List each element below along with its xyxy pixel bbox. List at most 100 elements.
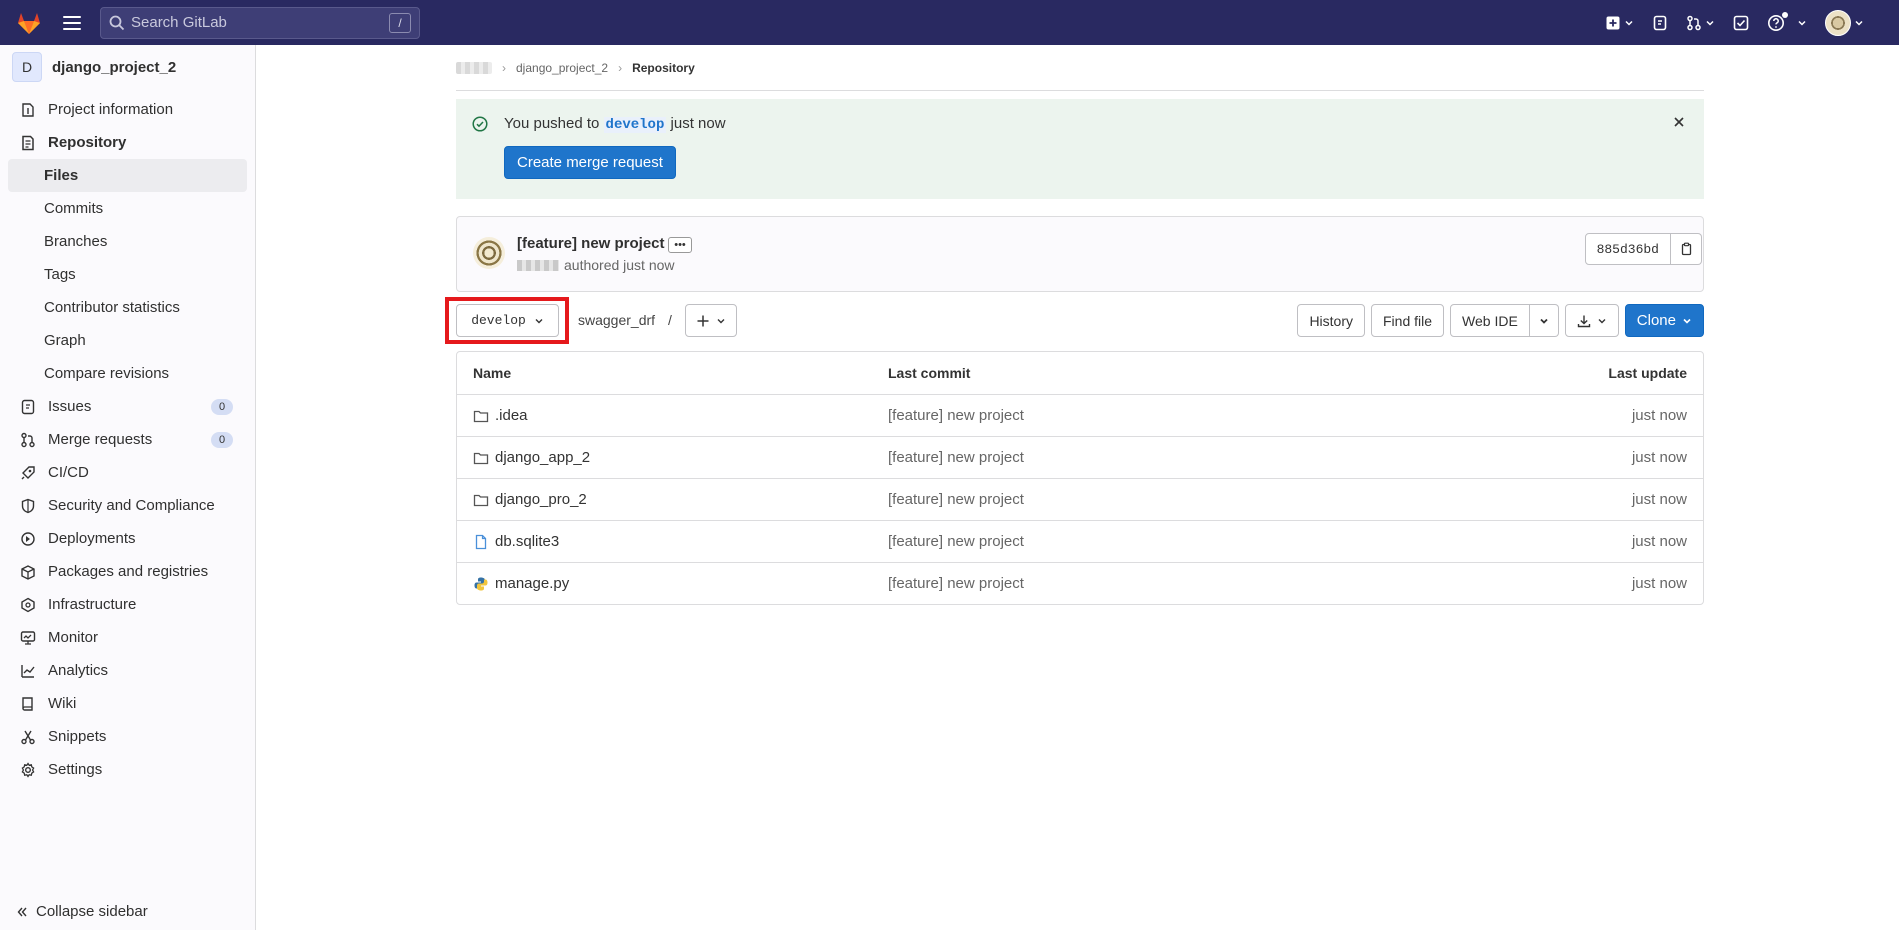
sidebar-item-label: Wiki	[48, 695, 77, 712]
new-dropdown[interactable]	[1605, 15, 1634, 31]
sidebar-item-packages-and-registries[interactable]: Packages and registries	[0, 555, 255, 588]
file-name-cell: django_pro_2	[457, 491, 888, 508]
download-dropdown[interactable]	[1564, 304, 1619, 337]
column-header-last-update: Last update	[1608, 365, 1687, 381]
python-file-icon	[474, 577, 488, 590]
sidebar-item-settings[interactable]: Settings	[0, 753, 255, 786]
file-last-commit[interactable]: [feature] new project	[888, 491, 1503, 508]
branch-selector-dropdown[interactable]: develop	[456, 304, 559, 337]
ellipsis-button[interactable]: •••	[668, 237, 692, 253]
commit-author-line: authored just now	[517, 257, 675, 273]
file-last-commit[interactable]: [feature] new project	[888, 575, 1503, 592]
author-name-redacted[interactable]	[517, 259, 559, 271]
breadcrumb-project-link[interactable]: django_project_2	[516, 61, 608, 75]
file-name-cell: django_app_2	[457, 449, 888, 466]
sidebar-item-wiki[interactable]: Wiki	[0, 687, 255, 720]
sidebar-item-label: Settings	[48, 761, 103, 778]
sidebar-item-snippets[interactable]: Snippets	[0, 720, 255, 753]
history-button[interactable]: History	[1297, 304, 1365, 337]
file-last-commit[interactable]: [feature] new project	[888, 407, 1503, 424]
table-row[interactable]: .idea [feature] new project just now	[457, 394, 1703, 436]
gitlab-logo-icon[interactable]	[15, 9, 43, 37]
sidebar-item-repository[interactable]: Repository	[0, 126, 255, 159]
search-placeholder: Search GitLab	[131, 14, 227, 31]
sidebar-item-files[interactable]: Files	[8, 159, 247, 192]
sidebar-item-branches[interactable]: Branches	[0, 225, 255, 258]
alert-suffix: just now	[666, 115, 726, 132]
commit-title[interactable]: [feature] new project	[517, 235, 665, 252]
file-name[interactable]: db.sqlite3	[495, 533, 559, 550]
breadcrumb-current[interactable]: Repository	[632, 61, 695, 75]
copy-sha-button[interactable]	[1671, 233, 1702, 265]
create-merge-request-button[interactable]: Create merge request	[504, 146, 676, 179]
sidebar-item-label: Commits	[44, 200, 104, 217]
sidebar-item-label: Merge requests	[48, 431, 153, 448]
sidebar-item-infrastructure[interactable]: Infrastructure	[0, 588, 255, 621]
web-ide-button[interactable]: Web IDE	[1450, 304, 1530, 337]
table-row[interactable]: django_app_2 [feature] new project just …	[457, 436, 1703, 478]
path-separator: /	[668, 312, 672, 328]
sidebar-item-label: Security and Compliance	[48, 497, 215, 514]
package-icon	[21, 564, 35, 580]
file-last-update: just now	[1631, 449, 1687, 466]
search-shortcut: /	[389, 12, 411, 33]
close-icon[interactable]	[1672, 115, 1686, 129]
sidebar-item-project-information[interactable]: Project information	[0, 93, 255, 126]
commit-authored-text: authored just now	[564, 257, 675, 273]
search-input[interactable]: Search GitLab /	[100, 6, 420, 39]
breadcrumb-namespace-redacted[interactable]	[456, 61, 492, 74]
clone-dropdown[interactable]: Clone	[1624, 304, 1704, 337]
user-menu[interactable]	[1825, 9, 1864, 36]
column-header-last-commit: Last commit	[888, 365, 971, 381]
todos-button[interactable]	[1733, 15, 1749, 31]
issues-nav-button[interactable]	[1652, 15, 1668, 31]
project-info-icon	[22, 102, 34, 117]
sidebar-item-issues[interactable]: Issues 0	[0, 390, 255, 423]
file-name[interactable]: django_pro_2	[495, 491, 587, 508]
alert-branch-name[interactable]: develop	[603, 117, 667, 133]
avatar[interactable]	[473, 237, 505, 269]
sidebar-item-contributor-statistics[interactable]: Contributor statistics	[0, 291, 255, 324]
sidebar-item-monitor[interactable]: Monitor	[0, 621, 255, 654]
add-to-tree-dropdown[interactable]	[685, 304, 737, 337]
file-name[interactable]: manage.py	[495, 575, 569, 592]
project-name: django_project_2	[52, 58, 177, 76]
sidebar-item-security-and-compliance[interactable]: Security and Compliance	[0, 489, 255, 522]
file-last-commit[interactable]: [feature] new project	[888, 449, 1503, 466]
web-ide-dropdown-toggle[interactable]	[1529, 304, 1559, 337]
collapse-sidebar-button[interactable]: Collapse sidebar	[16, 903, 148, 920]
chevron-down-icon	[1540, 318, 1548, 324]
table-row[interactable]: db.sqlite3 [feature] new project just no…	[457, 520, 1703, 562]
sidebar-item-analytics[interactable]: Analytics	[0, 654, 255, 687]
sidebar-item-ci-cd[interactable]: CI/CD	[0, 456, 255, 489]
sidebar-item-label: Deployments	[48, 530, 136, 547]
table-row[interactable]: django_pro_2 [feature] new project just …	[457, 478, 1703, 520]
table-row[interactable]: manage.py [feature] new project just now	[457, 562, 1703, 604]
sidebar-item-label: Issues	[48, 398, 92, 415]
repository-toolbar: develop swagger_drf / History Find file …	[445, 297, 1704, 344]
file-last-commit[interactable]: [feature] new project	[888, 533, 1503, 550]
issues-icon	[21, 399, 35, 414]
plus-square-icon	[1606, 16, 1620, 29]
file-last-update: just now	[1631, 575, 1687, 592]
sidebar-item-deployments[interactable]: Deployments	[0, 522, 255, 555]
merge-requests-dropdown[interactable]	[1686, 15, 1715, 31]
sidebar-item-commits[interactable]: Commits	[0, 192, 255, 225]
find-file-button[interactable]: Find file	[1371, 304, 1445, 337]
help-dropdown[interactable]	[1767, 11, 1807, 32]
sidebar-project-header[interactable]: D django_project_2	[0, 45, 255, 89]
sidebar-item-merge-requests[interactable]: Merge requests 0	[0, 423, 255, 456]
commit-sha[interactable]: 885d36bd	[1584, 233, 1671, 265]
menu-icon[interactable]	[63, 15, 81, 30]
sidebar-item-tags[interactable]: Tags	[0, 258, 255, 291]
snippet-icon	[21, 730, 35, 744]
file-name[interactable]: django_app_2	[495, 449, 590, 466]
merge-requests-count-badge: 0	[211, 431, 233, 448]
path-segment[interactable]: swagger_drf	[578, 312, 655, 328]
file-name[interactable]: .idea	[495, 407, 528, 424]
sidebar-item-graph[interactable]: Graph	[0, 324, 255, 357]
sidebar: D django_project_2 Project information R…	[0, 45, 256, 930]
file-last-update: just now	[1631, 407, 1687, 424]
sidebar-item-compare-revisions[interactable]: Compare revisions	[0, 357, 255, 390]
copy-icon	[1681, 242, 1692, 256]
